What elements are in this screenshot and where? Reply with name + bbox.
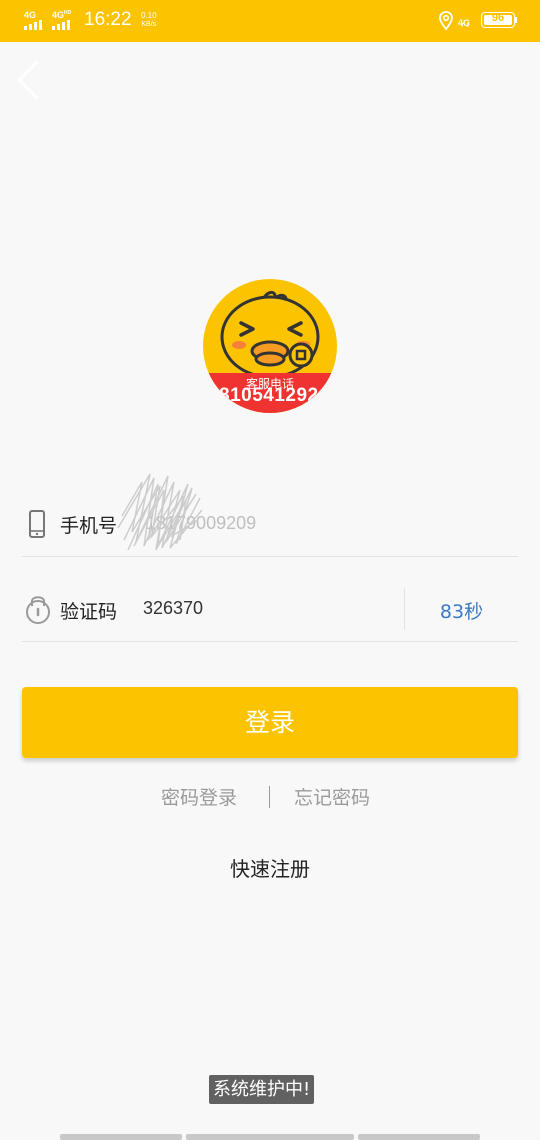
status-bar: 4G 4GHD 16:22 0.10 KB/s 4G ↑↓ 96 [0, 0, 540, 42]
toast-message: 系统维护中! [209, 1075, 315, 1104]
battery-icon: 96 [481, 12, 515, 28]
location-icon [439, 11, 453, 31]
password-login-link[interactable]: 密码登录 [161, 783, 237, 810]
divider [269, 786, 270, 808]
network-speed: 0.10 KB/s [141, 11, 157, 28]
phone-label: 手机号 [60, 515, 118, 537]
navigation-gesture-bar [0, 1134, 540, 1140]
network-type-label: 4GHD [52, 10, 72, 20]
auth-links: 密码登录 忘记密码 [0, 783, 540, 813]
phone-field[interactable]: 手机号 18179009209 [22, 473, 518, 557]
lock-icon [26, 596, 50, 624]
signal-icon: 4G [24, 10, 48, 30]
chevron-left-icon [17, 60, 39, 100]
code-label: 验证码 [60, 601, 118, 623]
forgot-password-link[interactable]: 忘记密码 [294, 783, 370, 810]
login-button[interactable]: 登录 [22, 687, 518, 758]
back-button[interactable] [10, 56, 50, 104]
phone-icon [29, 510, 45, 538]
verification-code-field[interactable]: 验证码 326370 83秒 [22, 578, 518, 642]
battery-level: 96 [491, 12, 505, 24]
resend-countdown-button[interactable]: 83秒 [405, 597, 518, 624]
signal-icon: 4GHD [52, 10, 76, 30]
network-type-label: 4G [24, 10, 37, 20]
quick-register-link[interactable]: 快速注册 [0, 853, 540, 882]
redaction-scribble [117, 473, 203, 551]
clock: 16:22 [84, 9, 132, 30]
code-input[interactable]: 326370 [143, 598, 203, 619]
app-logo: 客服电话 810541292 [203, 279, 337, 413]
signal-icon: 4G ↑↓ [458, 18, 471, 29]
logo-phone: 810541292 [219, 385, 319, 406]
